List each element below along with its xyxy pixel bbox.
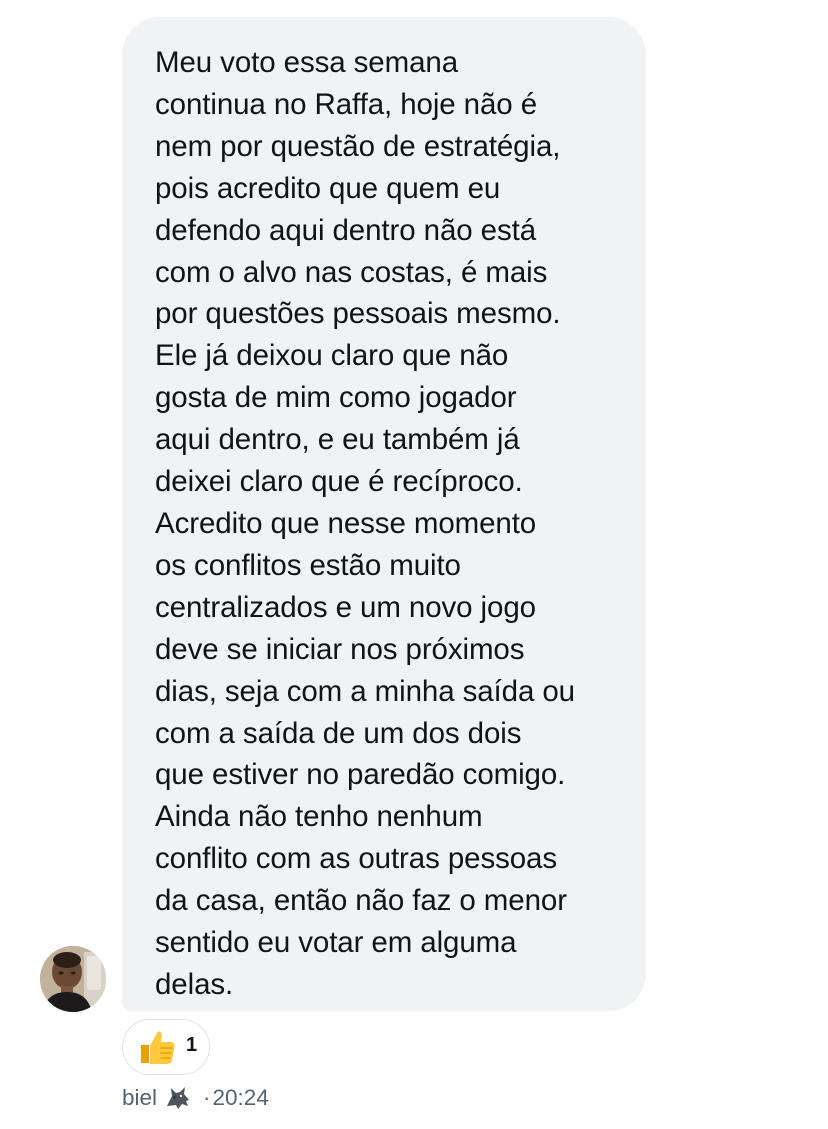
message-line: com a saída de um dos dois — [155, 716, 522, 750]
message-line: pois acredito que quem eu — [155, 171, 501, 205]
reaction-count: 1 — [186, 1033, 198, 1056]
message-meta: biel · 20:24 — [122, 1083, 269, 1113]
message-line: Ainda não tenho nenhum — [155, 800, 483, 834]
message-line: com o alvo nas costas, é mais — [155, 255, 548, 289]
meta-separator: · — [203, 1085, 211, 1110]
message-line: Meu voto essa semana — [155, 46, 458, 79]
avatar-photo — [40, 946, 106, 1012]
message-line: deixei claro que é recíproco. — [155, 465, 523, 499]
message-line: centralizados e um novo jogo — [155, 590, 536, 624]
message-text: Meu voto essa semana continua no Raffa, … — [155, 42, 626, 1006]
message-line: os conflitos estão muito — [155, 548, 461, 582]
reaction-pill[interactable]: 1 — [122, 1019, 210, 1075]
message-line: aqui dentro, e eu também já — [155, 423, 520, 457]
message-line: continua no Raffa, hoje não é — [155, 87, 537, 121]
message-line: por questões pessoais mesmo. — [155, 297, 561, 331]
message-line: que estiver no paredão comigo. — [155, 758, 566, 792]
message-line: gosta de mim como jogador — [155, 381, 517, 415]
message-line: nem por questão de estratégia, — [155, 129, 561, 163]
message-line: da casa, então não faz o menor — [155, 884, 567, 918]
message-line: dias, seja com a minha saída ou — [155, 674, 575, 708]
sender-avatar[interactable] — [40, 946, 106, 1012]
message-bubble[interactable]: Meu voto essa semana continua no Raffa, … — [122, 17, 646, 1011]
message-line: delas. — [155, 967, 234, 1001]
message-line: Ele já deixou claro que não — [155, 339, 509, 373]
sender-name: biel — [122, 1085, 158, 1110]
message-line: sentido eu votar em alguma — [155, 926, 517, 960]
message-time: 20:24 — [212, 1085, 269, 1110]
message-line: defendo aqui dentro não está — [155, 213, 537, 247]
message-line: conflito com as outras pessoas — [155, 842, 558, 876]
thumbs-up-icon — [141, 1031, 175, 1064]
message-line: deve se iniciar nos próximos — [155, 632, 525, 666]
message-line: Acredito que nesse momento — [155, 506, 537, 540]
wolf-icon — [167, 1087, 190, 1109]
